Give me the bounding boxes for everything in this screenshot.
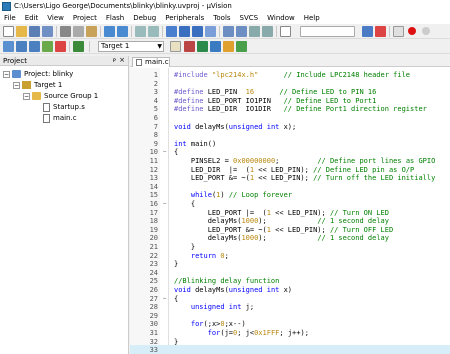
zoom-icon[interactable] (393, 26, 404, 37)
chevron-down-icon: ▼ (157, 43, 162, 50)
unindent-icon[interactable] (236, 26, 247, 37)
target-select-value: Target 1 (101, 42, 130, 50)
tree-label: Project: blinky (24, 70, 74, 78)
code-line[interactable]: 33 (130, 345, 450, 354)
cut-icon[interactable] (60, 26, 71, 37)
tree-label: main.c (53, 114, 77, 122)
rebuild-icon[interactable] (29, 41, 40, 52)
close-icon[interactable]: × (119, 56, 125, 64)
toolbar-separator (89, 41, 90, 52)
file-icon (136, 59, 142, 66)
open-file-icon[interactable] (16, 26, 27, 37)
translate-icon[interactable] (3, 41, 14, 52)
uncomment-icon[interactable] (262, 26, 273, 37)
navigate-back-icon[interactable] (135, 26, 146, 37)
toolbar-separator (69, 41, 70, 52)
debug-session-icon[interactable] (375, 26, 386, 37)
toolbar-separator (276, 26, 277, 37)
menu-svcs[interactable]: SVCS (240, 14, 259, 22)
collapse-icon[interactable]: − (23, 92, 30, 100)
disable-breakpoint-icon[interactable] (422, 27, 430, 35)
editor-tab-bar: main.c (130, 56, 450, 67)
menu-flash[interactable]: Flash (106, 14, 124, 22)
find-text-field[interactable] (300, 26, 355, 37)
indent-icon[interactable] (223, 26, 234, 37)
navigate-forward-icon[interactable] (148, 26, 159, 37)
tree-item-project[interactable]: − Project: blinky (3, 69, 73, 79)
menu-tools[interactable]: Tools (213, 14, 230, 22)
paste-icon[interactable] (86, 26, 97, 37)
manage-project-items-icon[interactable] (184, 41, 195, 52)
menu-view[interactable]: View (47, 14, 64, 22)
menu-window[interactable]: Window (267, 14, 295, 22)
save-icon[interactable] (29, 26, 40, 37)
breakpoint-icon[interactable] (408, 27, 416, 35)
incremental-find-icon[interactable] (362, 26, 373, 37)
bookmark-icon[interactable] (166, 26, 177, 37)
project-panel: Project ᴘ × − Project: blinky − Target 1… (0, 56, 129, 354)
comment-icon[interactable] (249, 26, 260, 37)
menu-file[interactable]: File (4, 14, 16, 22)
tree-label: Source Group 1 (44, 92, 99, 100)
tree-item-source-group[interactable]: − Source Group 1 (23, 91, 98, 101)
menu-help[interactable]: Help (304, 14, 320, 22)
undo-icon[interactable] (104, 26, 115, 37)
project-panel-title: Project (3, 56, 27, 65)
next-bookmark-icon[interactable] (192, 26, 203, 37)
target-select[interactable]: Target 1 ▼ (98, 41, 164, 52)
collapse-icon[interactable]: − (3, 70, 10, 78)
pin-icon[interactable]: ᴘ (113, 57, 116, 64)
download-icon[interactable] (73, 41, 84, 52)
toolbar-separator (131, 26, 132, 37)
tree-item-target[interactable]: − Target 1 (13, 80, 62, 90)
file-icon (43, 113, 50, 123)
toolbar-separator (389, 26, 390, 37)
tab-main-c[interactable]: main.c (132, 57, 170, 67)
toolbar-separator (56, 26, 57, 37)
line-number: 33 (149, 346, 158, 354)
options-for-target-icon[interactable] (170, 41, 181, 52)
tree-label: Target 1 (34, 81, 63, 89)
manage-run-time-environment-icon[interactable] (197, 41, 208, 52)
menu-bar: File Edit View Project Flash Debug Perip… (0, 12, 450, 24)
menu-peripherals[interactable]: Peripherals (165, 14, 204, 22)
clear-bookmarks-icon[interactable] (205, 26, 216, 37)
menu-project[interactable]: Project (73, 14, 97, 22)
build-icon[interactable] (16, 41, 27, 52)
tree-label: Startup.s (53, 103, 85, 111)
code-editor[interactable]: 1 #include "lpc214x.h" // Include LPC2148… (130, 68, 450, 354)
copy-icon[interactable] (73, 26, 84, 37)
editor-panel: main.c 1 #include "lpc214x.h" // Include … (130, 56, 450, 354)
select-packs-icon[interactable] (210, 41, 221, 52)
tree-item-main-c[interactable]: main.c (43, 113, 77, 123)
build-toolbar: Target 1 ▼ (0, 39, 450, 54)
stop-build-icon[interactable] (55, 41, 66, 52)
toolbar-separator (219, 26, 220, 37)
folder-icon (32, 92, 41, 100)
window-title: C:\Users\Ligo George\Documents\blinky\bl… (14, 2, 232, 10)
file-icon (43, 102, 50, 112)
uvision-app-icon (2, 1, 11, 11)
menu-edit[interactable]: Edit (25, 14, 39, 22)
redo-icon[interactable] (117, 26, 128, 37)
tab-label: main.c (145, 58, 169, 66)
menu-debug[interactable]: Debug (133, 14, 156, 22)
main-toolbar (0, 24, 450, 39)
save-all-icon[interactable] (42, 26, 53, 37)
pack-installer-icon[interactable] (223, 41, 234, 52)
software-packs-icon[interactable] (236, 41, 247, 52)
toolbar-separator (100, 26, 101, 37)
toolbar-separator (162, 26, 163, 37)
tree-item-startup-s[interactable]: Startup.s (43, 102, 85, 112)
batch-build-icon[interactable] (42, 41, 53, 52)
new-file-icon[interactable] (3, 26, 14, 37)
find-in-files-icon[interactable] (280, 26, 291, 37)
target-icon (22, 81, 31, 89)
title-bar: C:\Users\Ligo George\Documents\blinky\bl… (0, 0, 450, 12)
project-panel-header: Project ᴘ × (0, 56, 128, 66)
prev-bookmark-icon[interactable] (179, 26, 190, 37)
project-icon (12, 70, 21, 78)
collapse-icon[interactable]: − (13, 81, 20, 89)
